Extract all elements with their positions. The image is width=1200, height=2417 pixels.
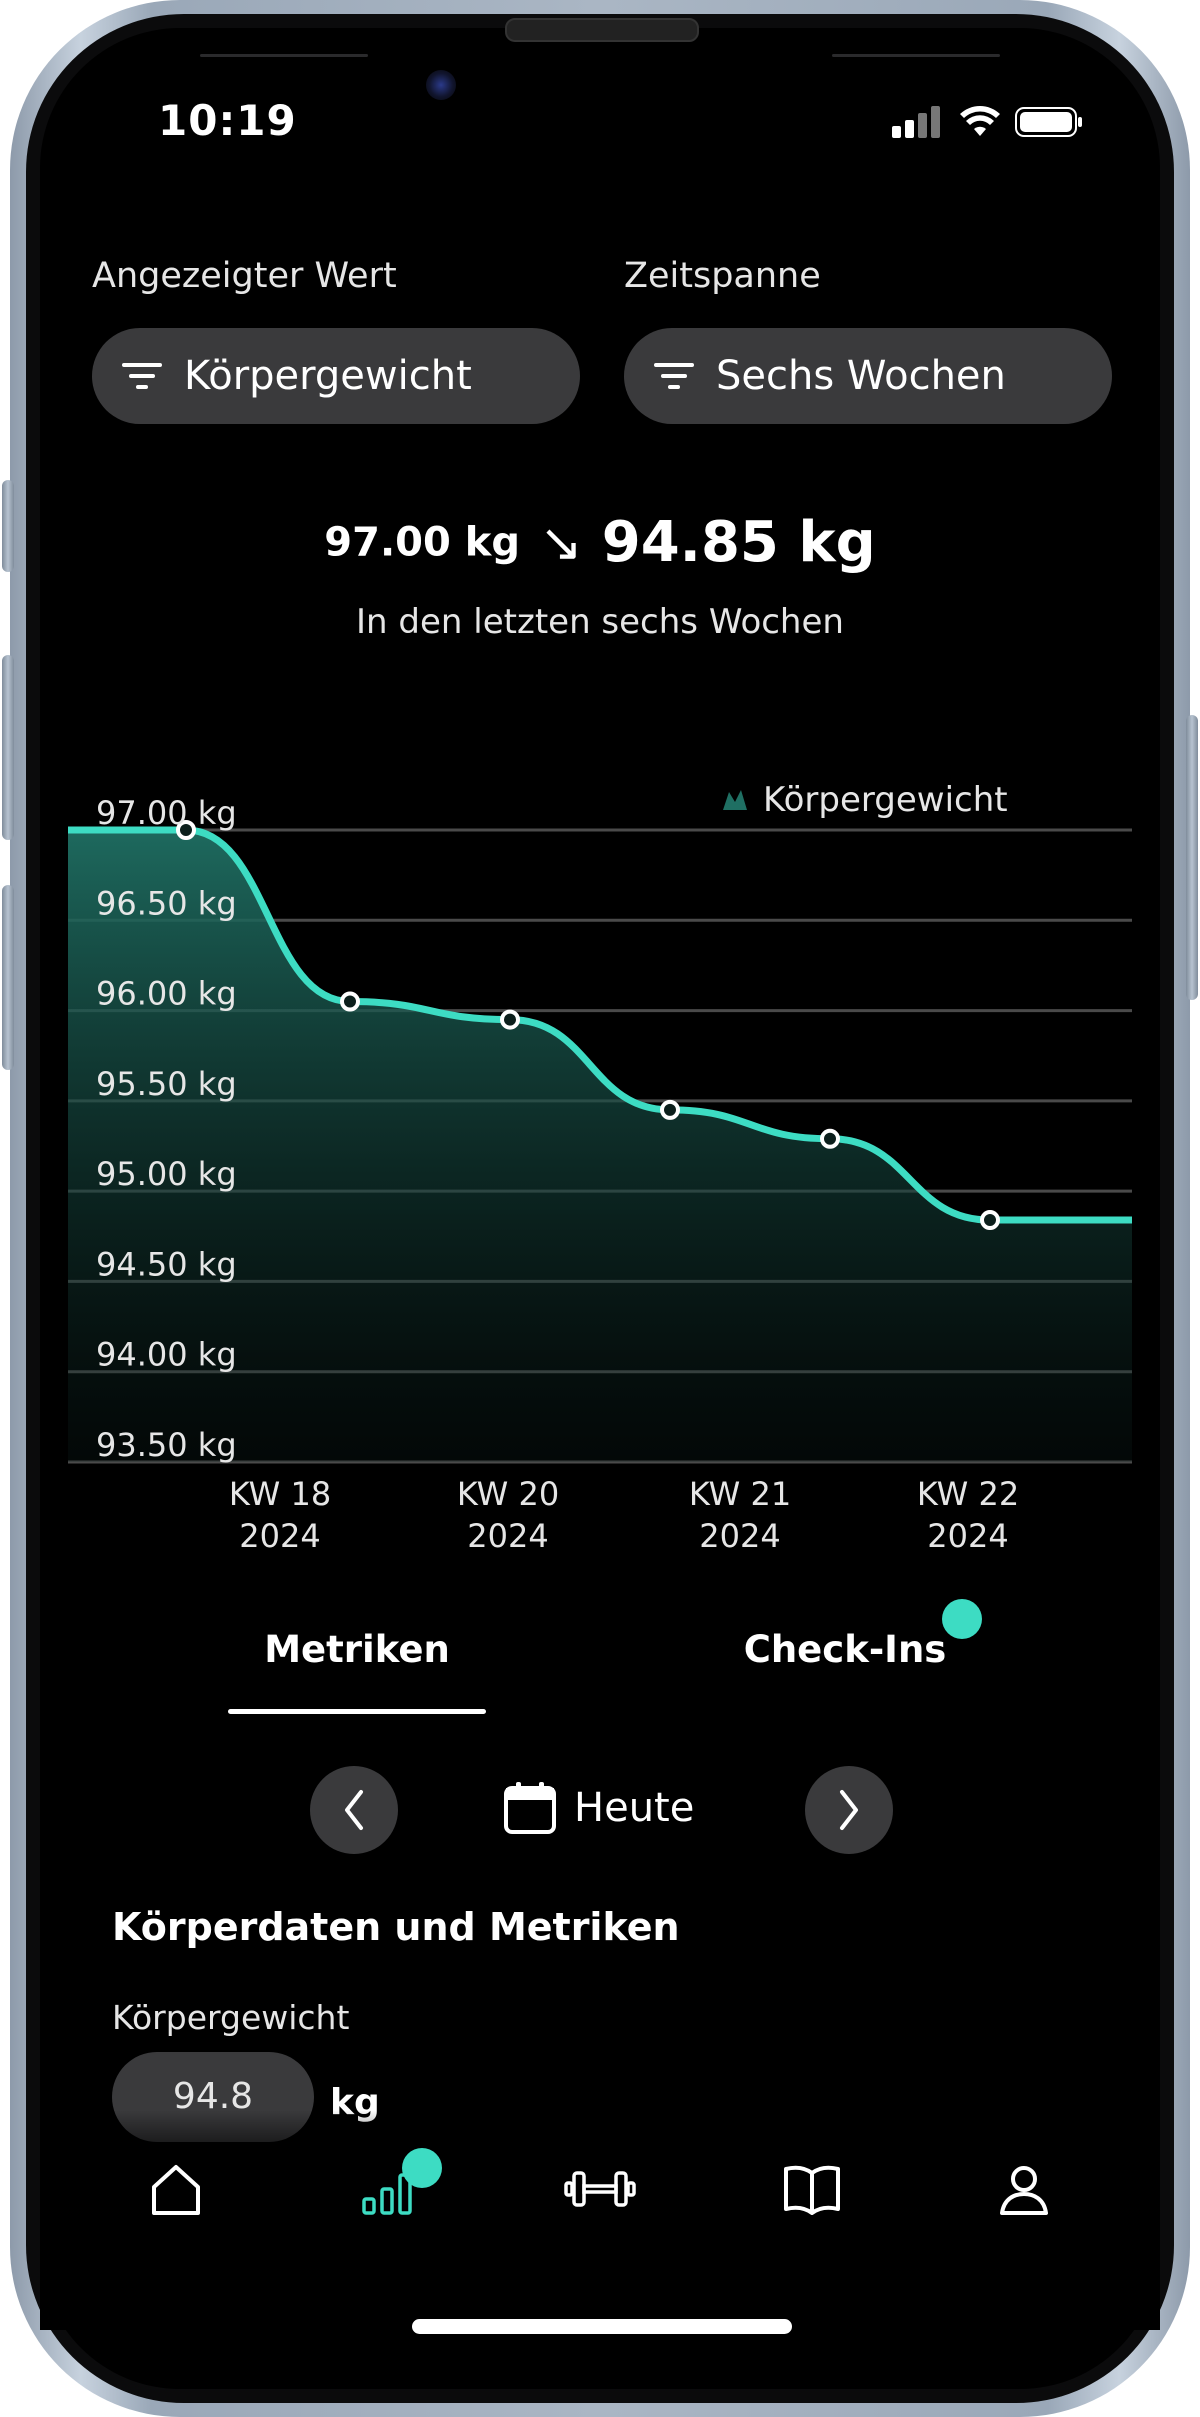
start-weight: 97.00 kg (324, 519, 520, 566)
legend-swatch-icon (723, 790, 747, 810)
calendar-icon (504, 1782, 556, 1834)
chart-data-point (340, 991, 360, 1012)
chevron-right-icon (840, 1790, 858, 1830)
y-tick-label: 95.50 kg (96, 1065, 237, 1103)
chart-data-point (660, 1099, 680, 1120)
tabbar-profile[interactable] (954, 2134, 1094, 2244)
filter-icon (654, 363, 694, 389)
y-tick-label: 96.50 kg (96, 884, 237, 922)
tabbar-library[interactable] (742, 2134, 882, 2244)
tab-metriken[interactable]: Metriken (228, 1628, 486, 1671)
date-selector[interactable]: Heute (502, 1780, 694, 1836)
y-tick-label: 93.50 kg (96, 1426, 237, 1464)
value-filter-label: Angezeigter Wert (92, 256, 397, 296)
tabbar-home[interactable] (106, 2134, 246, 2244)
x-tick-week: KW 18 (229, 1475, 331, 1513)
cellular-signal-icon (892, 106, 940, 138)
x-tick-week: KW 20 (457, 1475, 559, 1513)
tab-active-underline (228, 1709, 486, 1714)
weight-field-label: Körpergewicht (112, 1998, 350, 2037)
x-tick-year: 2024 (699, 1517, 780, 1555)
bezel-line-left (200, 54, 368, 57)
current-weight: 94.85 kg (601, 510, 876, 575)
legend-label: Körpergewicht (763, 780, 1008, 820)
x-tick-week: KW 21 (689, 1475, 791, 1513)
y-tick-label: 94.50 kg (96, 1245, 237, 1283)
statistics-notification-badge (402, 2148, 442, 2188)
section-title: Körperdaten und Metriken (112, 1905, 680, 1949)
summary-subtitle: In den letzten sechs Wochen (356, 602, 844, 642)
earpiece-speaker (505, 18, 699, 42)
check-ins-notification-badge (942, 1599, 982, 1639)
value-dropdown-text: Körpergewicht (184, 353, 472, 399)
y-tick-label: 97.00 kg (96, 794, 237, 832)
weight-chart: 97.00 kg 96.50 kg 96.00 kg 95.50 kg 95.00 kg… (68, 780, 1132, 1555)
y-tick-label: 94.00 kg (96, 1336, 237, 1374)
power-button (1186, 715, 1198, 1000)
wifi-icon (960, 106, 1000, 136)
value-dropdown[interactable]: Körpergewicht (92, 328, 580, 424)
status-icons (890, 104, 1085, 144)
home-indicator (412, 2319, 792, 2334)
tabbar-statistics[interactable] (318, 2134, 458, 2244)
timespan-filter-label: Zeitspanne (624, 256, 821, 296)
y-tick-label: 95.00 kg (96, 1155, 237, 1193)
timespan-dropdown-text: Sechs Wochen (716, 353, 1006, 399)
tab-check-ins[interactable]: Check-Ins (720, 1628, 970, 1671)
chart-data-point (820, 1128, 840, 1149)
weight-change-summary: 97.00 kg ↘ 94.85 kg (0, 510, 1200, 575)
book-icon (784, 2165, 840, 2215)
chart-legend: Körpergewicht (723, 780, 1008, 820)
chevron-left-icon (345, 1790, 363, 1830)
dumbbell-icon (564, 2171, 636, 2207)
status-time: 10:19 (158, 96, 297, 145)
home-icon (152, 2165, 200, 2215)
chart-data-point (500, 1009, 520, 1030)
bezel-line-right (832, 54, 1000, 57)
trend-down-arrow-icon: ↘ (539, 512, 583, 573)
volume-up-button (2, 655, 14, 840)
x-tick-year: 2024 (239, 1517, 320, 1555)
previous-day-button[interactable] (310, 1766, 398, 1854)
filter-icon (122, 363, 162, 389)
next-day-button[interactable] (805, 1766, 893, 1854)
battery-icon (1015, 107, 1082, 137)
profile-icon (1000, 2166, 1048, 2215)
volume-down-button (2, 885, 14, 1070)
date-label: Heute (574, 1785, 695, 1831)
y-tick-label: 96.00 kg (96, 975, 237, 1013)
chart-data-point (980, 1210, 1000, 1231)
timespan-dropdown[interactable]: Sechs Wochen (624, 328, 1112, 424)
tabbar-workouts[interactable] (530, 2134, 670, 2244)
x-tick-week: KW 22 (917, 1475, 1019, 1513)
front-camera (426, 70, 456, 100)
x-tick-year: 2024 (467, 1517, 548, 1555)
x-tick-year: 2024 (927, 1517, 1008, 1555)
